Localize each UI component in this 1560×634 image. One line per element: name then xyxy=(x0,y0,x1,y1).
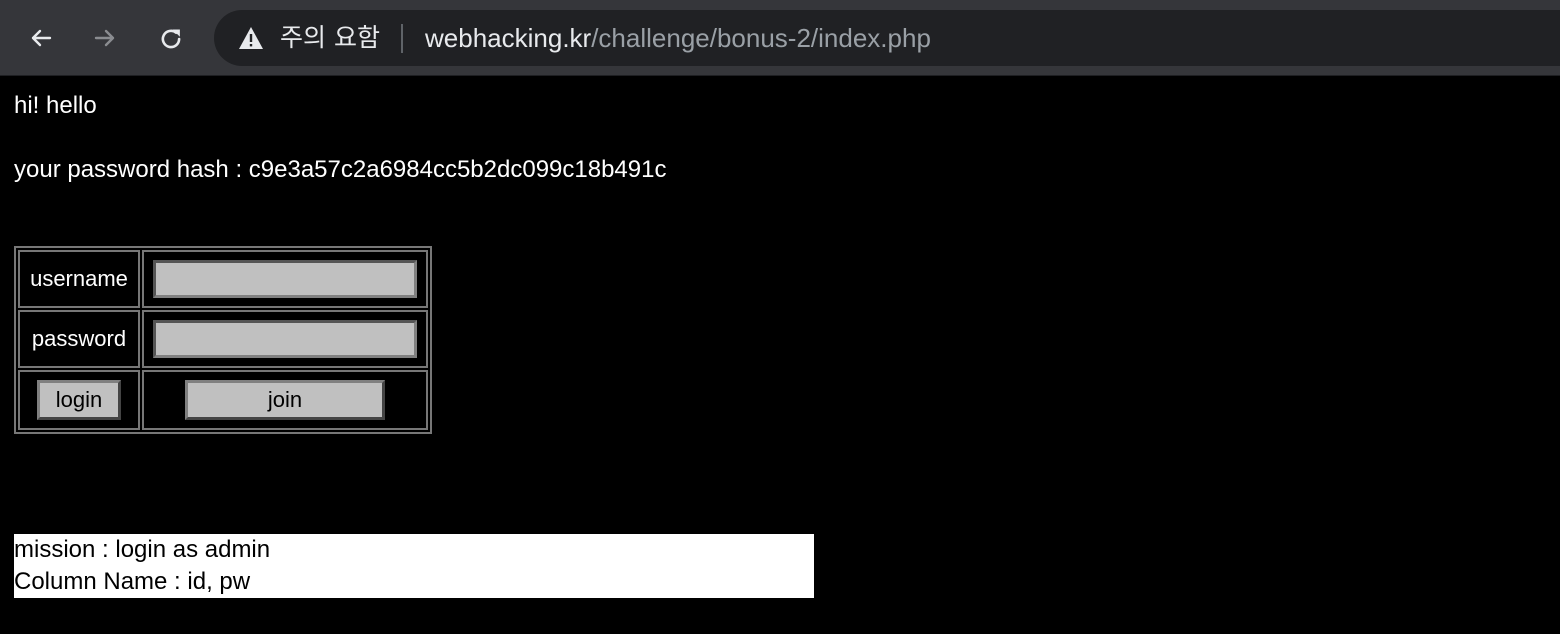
url-host: webhacking.kr xyxy=(425,23,592,53)
password-label: password xyxy=(18,310,140,368)
url-text[interactable]: webhacking.kr/challenge/bonus-2/index.ph… xyxy=(425,23,931,53)
address-separator xyxy=(401,24,403,53)
warning-triangle-icon[interactable] xyxy=(238,26,264,50)
forward-arrow-icon xyxy=(94,29,115,47)
reload-button[interactable] xyxy=(150,18,190,58)
password-hash-text: your password hash : c9e3a57c2a6984cc5b2… xyxy=(14,156,667,183)
password-row: password xyxy=(18,310,428,368)
url-path: /challenge/bonus-2/index.php xyxy=(591,23,931,53)
reload-icon xyxy=(161,29,181,49)
username-label: username xyxy=(18,250,140,308)
back-arrow-icon xyxy=(31,29,52,47)
mission-text: mission : login as admin xyxy=(14,536,271,563)
column-name-text: Column Name : id, pw xyxy=(14,568,251,595)
username-row: username xyxy=(18,250,428,308)
join-button[interactable]: join xyxy=(185,380,385,420)
login-cell: login xyxy=(18,370,140,430)
username-input[interactable] xyxy=(153,260,417,298)
browser-toolbar: 주의 요함 webhacking.kr/challenge/bonus-2/in… xyxy=(0,0,1560,76)
back-button[interactable] xyxy=(21,18,61,58)
login-form: username password login join xyxy=(14,246,432,434)
password-input[interactable] xyxy=(153,320,417,358)
username-cell xyxy=(142,250,428,308)
button-row: login join xyxy=(18,370,428,430)
greeting-text: hi! hello xyxy=(14,92,97,119)
security-warning-label[interactable]: 주의 요함 xyxy=(280,23,380,53)
page-content: hi! hello your password hash : c9e3a57c2… xyxy=(0,76,1560,634)
join-cell: join xyxy=(142,370,428,430)
address-bar[interactable]: 주의 요함 webhacking.kr/challenge/bonus-2/in… xyxy=(214,10,1560,66)
forward-button[interactable] xyxy=(85,18,125,58)
password-cell xyxy=(142,310,428,368)
mission-box: mission : login as admin Column Name : i… xyxy=(14,534,814,598)
login-button[interactable]: login xyxy=(37,380,121,420)
